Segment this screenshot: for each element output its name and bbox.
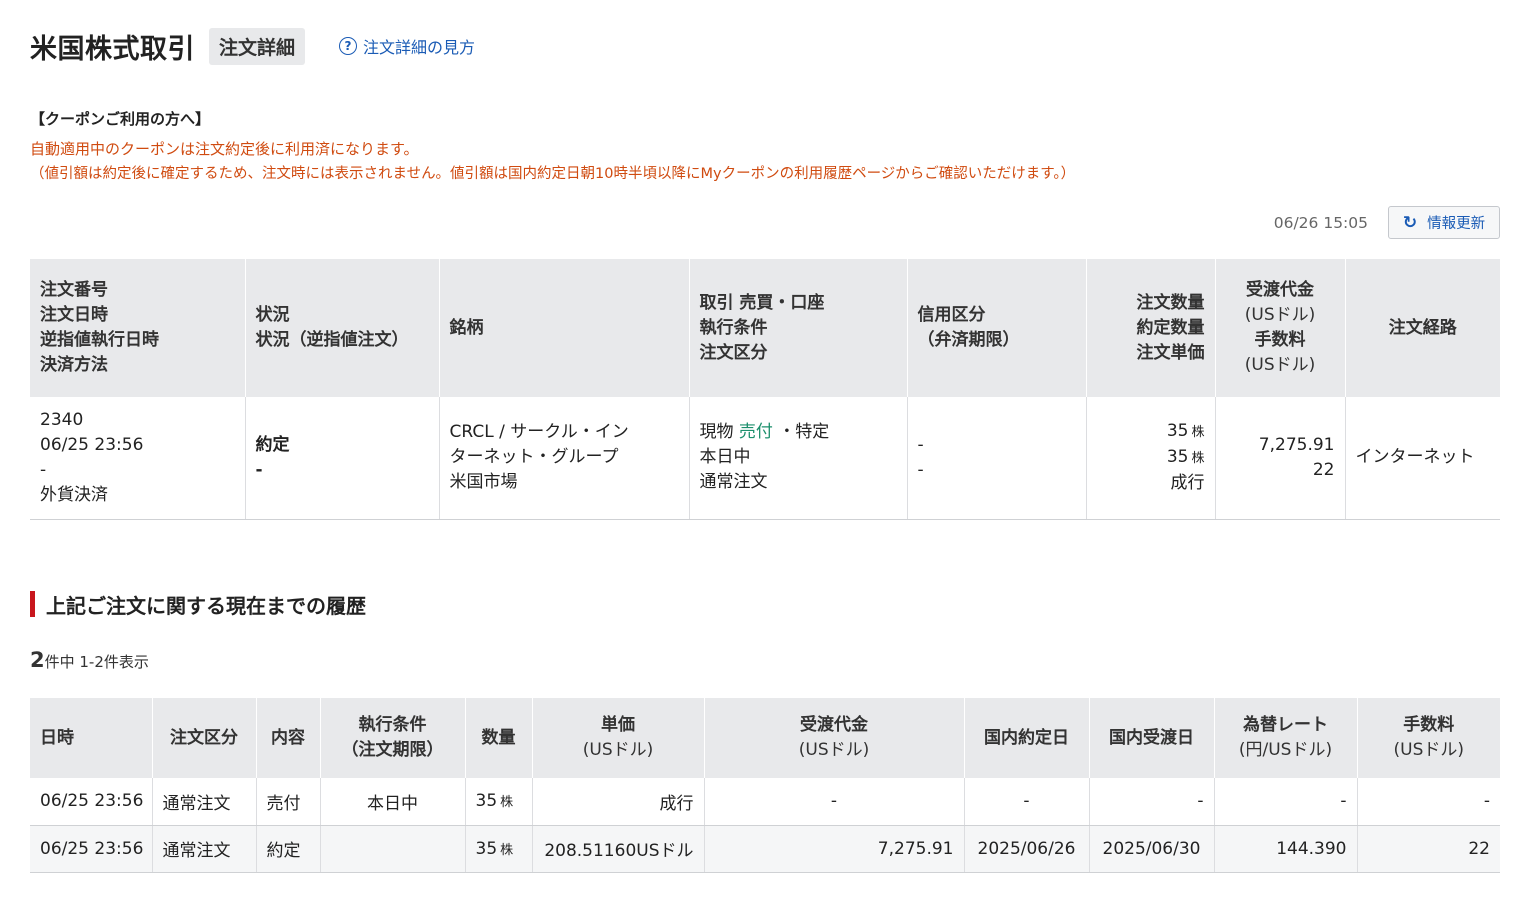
order-unit-price: 成行 bbox=[1170, 473, 1205, 494]
history-row: 06/25 23:56 通常注文 約定 35 株 208.51160USドル 7,… bbox=[30, 825, 1500, 873]
order-info-cell: 2340 06/25 23:56 - 外貨決済 bbox=[30, 397, 245, 520]
history-row: 06/25 23:56 通常注文 売付 本日中 35 株 成行 - - - - - bbox=[30, 778, 1500, 826]
header-stock: 銘柄 bbox=[438, 259, 689, 397]
stop-exec-datetime: - bbox=[40, 459, 47, 480]
history-count: 2 件中 1-2件表示 bbox=[30, 648, 149, 672]
help-link-label: 注文詳細の見方 bbox=[363, 38, 476, 57]
history-price: 208.51160USドル bbox=[531, 825, 704, 873]
history-content: 売付 bbox=[255, 778, 320, 826]
history-header-order-type: 注文区分 bbox=[151, 698, 256, 778]
stock-name-line1: CRCL / サークル・イン bbox=[449, 422, 629, 443]
order-type: 通常注文 bbox=[699, 472, 768, 493]
header-order-info: 注文番号 注文日時 逆指値執行日時 決済方法 bbox=[30, 259, 245, 397]
page-title: 米国株式取引 bbox=[30, 33, 195, 65]
history-qty: 35 株 bbox=[464, 825, 532, 873]
history-header-amount: 受渡代金 (USドル) bbox=[703, 698, 964, 778]
trade-side: 売付 bbox=[738, 422, 773, 443]
stock-name-line2: ターネット・グループ bbox=[449, 447, 619, 468]
order-status: 約定 bbox=[255, 434, 290, 455]
history-header-condition: 執行条件 （注文期限） bbox=[319, 698, 465, 778]
history-amount: - bbox=[703, 778, 964, 826]
question-circle-icon: ? bbox=[339, 37, 358, 55]
update-row: 06/26 15:05 ↻ 情報更新 bbox=[1274, 206, 1500, 239]
status-cell: 約定 - bbox=[244, 397, 439, 520]
header-trade: 取引 売買・口座 執行条件 注文区分 bbox=[688, 259, 907, 397]
refresh-button-label: 情報更新 bbox=[1427, 216, 1486, 232]
history-order-type: 通常注文 bbox=[151, 825, 256, 873]
order-datetime: 06/25 23:56 bbox=[40, 434, 144, 455]
order-status-stop: - bbox=[255, 459, 263, 480]
exec-quantity: 35 株 bbox=[1166, 447, 1205, 468]
history-trade-date: 2025/06/26 bbox=[963, 825, 1089, 873]
history-table-header: 日時 注文区分 内容 執行条件 （注文期限） 数量 単価 (USドル) 受渡代金… bbox=[30, 698, 1500, 778]
history-section-title: 上記ご注文に関する現在までの履歴 bbox=[30, 591, 366, 618]
history-header-settle-date: 国内受渡日 bbox=[1088, 698, 1214, 778]
trade-type: 現物 bbox=[699, 422, 734, 443]
history-settle-date: 2025/06/30 bbox=[1088, 825, 1214, 873]
header-status: 状況 状況（逆指値注文） bbox=[244, 259, 439, 397]
history-order-type: 通常注文 bbox=[151, 778, 256, 826]
order-row: 2340 06/25 23:56 - 外貨決済 約定 - CRCL / サークル… bbox=[30, 397, 1500, 520]
history-header-trade-date: 国内約定日 bbox=[963, 698, 1089, 778]
history-settle-date: - bbox=[1088, 778, 1214, 826]
update-timestamp: 06/26 15:05 bbox=[1273, 213, 1368, 232]
history-header-fee: 手数料 (USドル) bbox=[1356, 698, 1500, 778]
fee-amount: 22 bbox=[1312, 459, 1335, 480]
help-link[interactable]: ? 注文詳細の見方 bbox=[339, 34, 475, 58]
history-header-datetime: 日時 bbox=[30, 698, 152, 778]
history-content: 約定 bbox=[255, 825, 320, 873]
page-header: 米国株式取引 注文詳細 ? 注文詳細の見方 bbox=[30, 27, 475, 65]
history-fee: - bbox=[1356, 778, 1500, 826]
history-header-content: 内容 bbox=[255, 698, 320, 778]
page-badge: 注文詳細 bbox=[209, 27, 306, 65]
coupon-title: 【クーポンご利用の方へ】 bbox=[30, 110, 211, 128]
margin-type: - bbox=[917, 434, 924, 455]
order-quantity: 35 株 bbox=[1166, 421, 1205, 442]
history-datetime: 06/25 23:56 bbox=[30, 825, 152, 873]
history-trade-date: - bbox=[963, 778, 1089, 826]
history-fee: 22 bbox=[1356, 825, 1500, 873]
history-fx: - bbox=[1213, 778, 1357, 826]
history-price: 成行 bbox=[531, 778, 704, 826]
coupon-notice-line2: （値引額は約定後に確定するため、注文時には表示されません。値引額は国内約定日朝1… bbox=[30, 166, 1076, 182]
history-count-number: 2 bbox=[30, 648, 45, 672]
header-quantity: 注文数量 約定数量 注文単価 bbox=[1085, 259, 1215, 397]
refresh-icon: ↻ bbox=[1402, 212, 1418, 233]
amount-cell: 7,275.91 22 bbox=[1214, 397, 1345, 520]
route-cell: インターネット bbox=[1344, 397, 1500, 520]
history-qty: 35 株 bbox=[464, 778, 532, 826]
history-condition bbox=[319, 825, 465, 873]
order-detail-table: 注文番号 注文日時 逆指値執行日時 決済方法 状況 状況（逆指値注文） 銘柄 取… bbox=[30, 259, 1500, 520]
history-amount: 7,275.91 bbox=[703, 825, 964, 873]
history-condition: 本日中 bbox=[319, 778, 465, 826]
history-header-fx: 為替レート (円/USドル) bbox=[1213, 698, 1357, 778]
order-table-header: 注文番号 注文日時 逆指値執行日時 決済方法 状況 状況（逆指値注文） 銘柄 取… bbox=[30, 259, 1500, 397]
history-count-text: 件中 1-2件表示 bbox=[44, 653, 149, 671]
trade-line: 現物 売付 ・特定 bbox=[700, 420, 897, 445]
order-route: インターネット bbox=[1355, 447, 1475, 468]
history-datetime: 06/25 23:56 bbox=[30, 778, 152, 826]
quantity-cell: 35 株 35 株 成行 bbox=[1085, 397, 1215, 520]
history-table: 日時 注文区分 内容 執行条件 （注文期限） 数量 単価 (USドル) 受渡代金… bbox=[30, 698, 1500, 873]
coupon-notice-line1: 自動適用中のクーポンは注文約定後に利用済になります。 bbox=[30, 140, 419, 158]
history-fx: 144.390 bbox=[1213, 825, 1357, 873]
history-header-price: 単価 (USドル) bbox=[531, 698, 704, 778]
order-number: 2340 bbox=[40, 409, 84, 430]
stock-market: 米国市場 bbox=[449, 472, 518, 493]
settlement-method: 外貨決済 bbox=[40, 484, 108, 505]
margin-cell: - - bbox=[906, 397, 1086, 520]
exec-condition: 本日中 bbox=[699, 447, 751, 468]
header-margin: 信用区分 （弁済期限） bbox=[906, 259, 1086, 397]
history-header-qty: 数量 bbox=[464, 698, 532, 778]
stock-cell: CRCL / サークル・イン ターネット・グループ 米国市場 bbox=[438, 397, 689, 520]
settlement-amount: 7,275.91 bbox=[1258, 434, 1335, 455]
refresh-button[interactable]: ↻ 情報更新 bbox=[1388, 206, 1500, 239]
margin-deadline: - bbox=[917, 459, 924, 480]
account-type: ・特定 bbox=[778, 422, 830, 443]
trade-cell: 現物 売付 ・特定 本日中 通常注文 bbox=[688, 397, 907, 520]
header-route: 注文経路 bbox=[1344, 259, 1500, 397]
header-amount: 受渡代金 (USドル) 手数料 (USドル) bbox=[1214, 259, 1345, 397]
